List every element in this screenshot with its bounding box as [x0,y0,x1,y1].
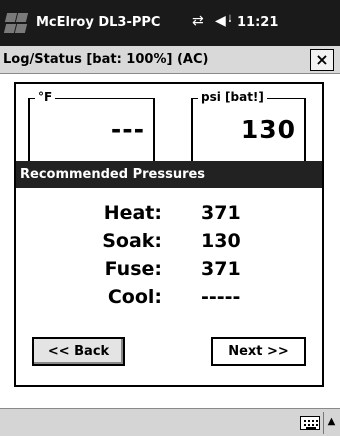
row-label: Soak: [102,230,162,252]
row-label: Cool: [107,286,162,308]
temperature-label: °F [35,90,56,104]
close-button[interactable]: × [310,49,334,71]
temperature-value: --- [110,115,145,144]
next-button[interactable]: Next >> [211,337,306,366]
window-caption: Log/Status [bat: 100%] (AC) × [0,46,340,74]
app-title: McElroy DL3-PPC [36,15,161,30]
pressure-label: psi [bat!] [198,90,267,104]
window-title: Log/Status [bat: 100%] (AC) [3,52,209,67]
temperature-group: °F --- [28,90,155,168]
row-value: 130 [201,230,241,252]
volume-icon[interactable]: ◀ᛍ [215,13,234,29]
recommended-header: Recommended Pressures [16,161,322,188]
status-panel: °F --- psi [bat!] 130 Recommended Pressu… [14,82,324,387]
menu-bar: ▲ [0,408,340,436]
connectivity-icon[interactable]: ⇄ [192,13,204,29]
title-bar: McElroy DL3-PPC ⇄ ◀ᛍ 11:21 [0,0,340,46]
windows-flag-icon[interactable] [3,12,30,34]
clock[interactable]: 11:21 [237,15,278,30]
caret-up-icon[interactable]: ▲ [323,412,339,434]
pressure-value: 130 [240,115,296,144]
row-value: 371 [201,202,241,224]
pressure-row-soak: Soak: 130 [16,230,322,256]
pressure-row-heat: Heat: 371 [16,202,322,228]
row-value: ----- [201,286,241,308]
back-button[interactable]: << Back [32,337,125,366]
pressure-group: psi [bat!] 130 [191,90,306,168]
pressure-row-cool: Cool: ----- [16,286,322,312]
row-label: Fuse: [104,258,162,280]
row-value: 371 [201,258,241,280]
row-label: Heat: [103,202,162,224]
pressure-row-fuse: Fuse: 371 [16,258,322,284]
keyboard-icon[interactable] [300,416,320,430]
